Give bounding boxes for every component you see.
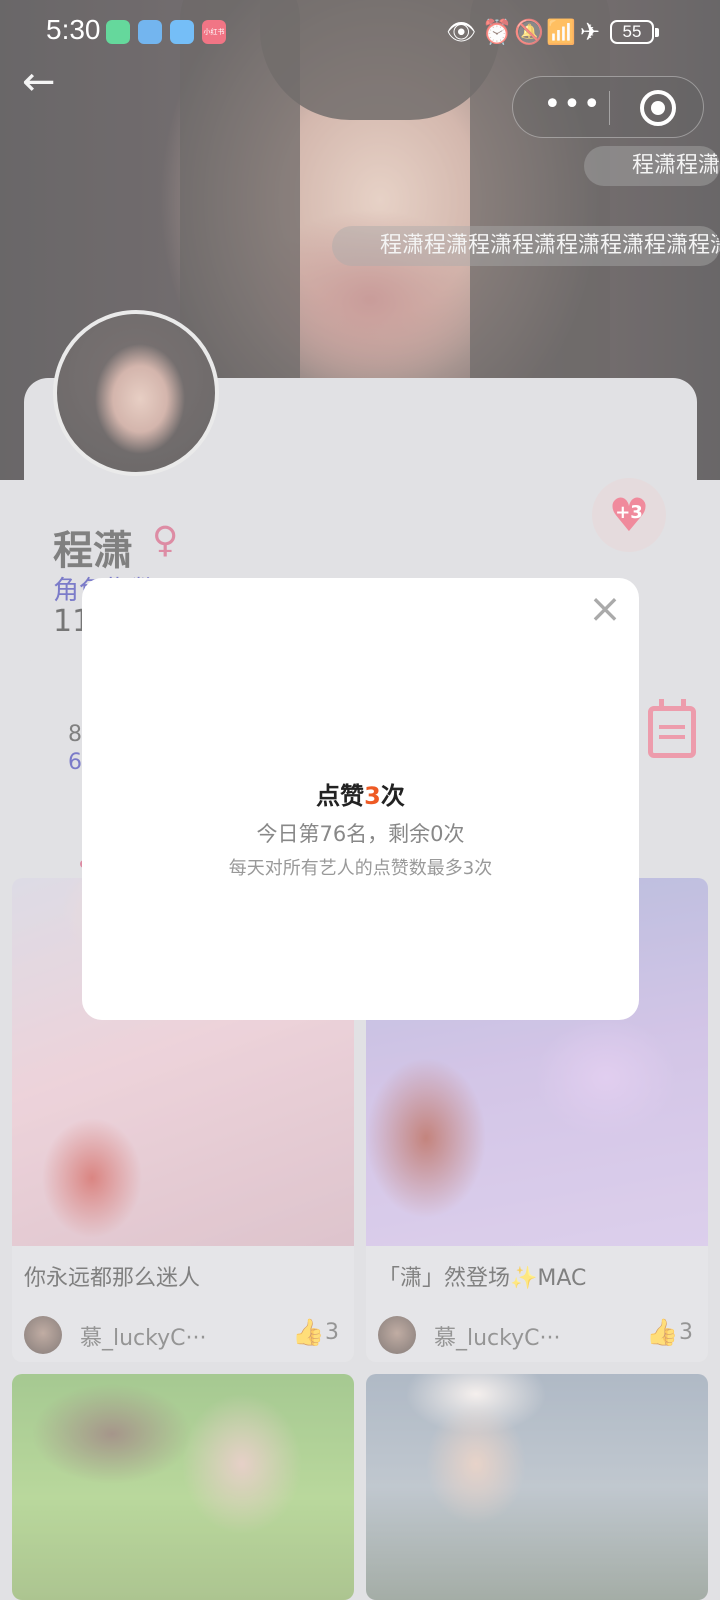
dialog-limit-note: 每天对所有艺人的点赞数最多3次	[228, 858, 493, 879]
like-result-dialog: × 点赞3次 今日第76名，剩余0次 每天对所有艺人的点赞数最多3次	[82, 578, 639, 1020]
dialog-title: 点赞3次	[82, 776, 639, 811]
close-icon[interactable]: ×	[588, 589, 622, 629]
dialog-rank-text: 今日第76名，剩余0次	[256, 822, 465, 846]
dialog-title-suffix: 次	[380, 782, 405, 810]
like-count-highlight: 3	[364, 782, 381, 810]
dialog-title-prefix: 点赞	[316, 782, 365, 810]
